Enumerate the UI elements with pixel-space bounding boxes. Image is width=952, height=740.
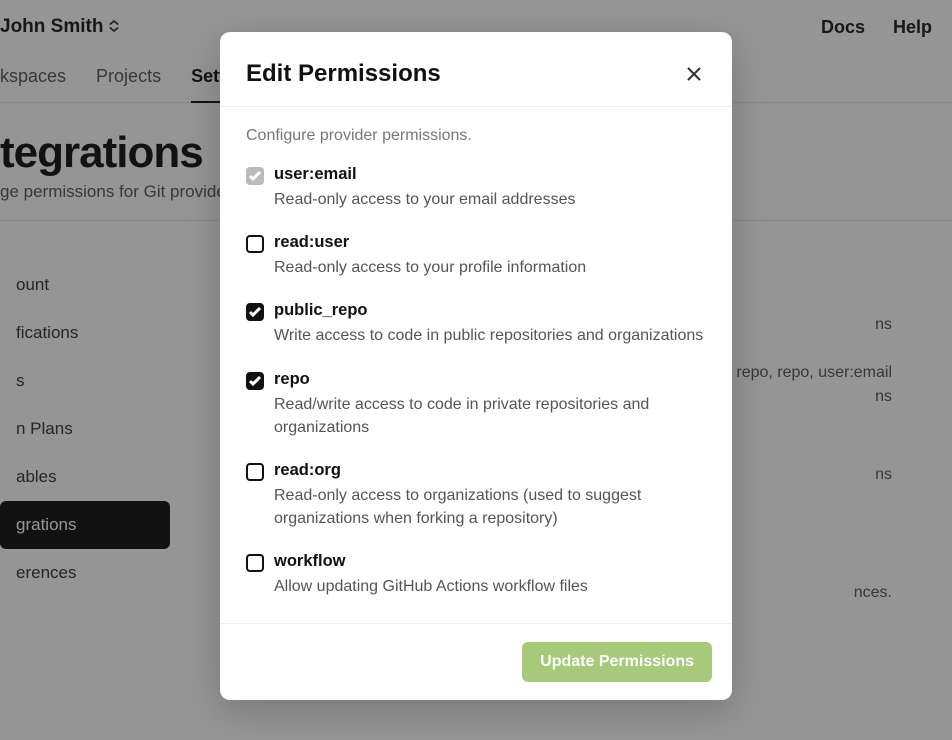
permission-name: read:user xyxy=(274,233,706,252)
permission-desc: Read-only access to your profile informa… xyxy=(274,256,706,279)
modal-description: Configure provider permissions. xyxy=(246,127,706,145)
edit-permissions-modal: Edit Permissions Configure provider perm… xyxy=(220,32,732,700)
permission-desc: Read/write access to code in private rep… xyxy=(274,393,706,439)
permission-desc: Read-only access to your email addresses xyxy=(274,188,706,211)
update-permissions-button[interactable]: Update Permissions xyxy=(522,642,712,682)
checkbox-repo[interactable] xyxy=(246,372,264,390)
permission-desc: Allow updating GitHub Actions workflow f… xyxy=(274,575,706,598)
close-button[interactable] xyxy=(682,62,706,86)
permission-name: repo xyxy=(274,370,706,389)
permission-name: read:org xyxy=(274,461,706,480)
permission-name: public_repo xyxy=(274,301,706,320)
checkbox-public-repo[interactable] xyxy=(246,303,264,321)
permission-row: workflow Allow updating GitHub Actions w… xyxy=(246,552,706,598)
permission-name: user:email xyxy=(274,165,706,184)
permission-row: repo Read/write access to code in privat… xyxy=(246,370,706,439)
permission-row: user:email Read-only access to your emai… xyxy=(246,165,706,211)
checkbox-read-user[interactable] xyxy=(246,235,264,253)
checkbox-user-email xyxy=(246,167,264,185)
close-icon xyxy=(685,65,703,83)
permission-row: read:user Read-only access to your profi… xyxy=(246,233,706,279)
permission-row: public_repo Write access to code in publ… xyxy=(246,301,706,347)
permission-row: read:org Read-only access to organizatio… xyxy=(246,461,706,530)
checkbox-read-org[interactable] xyxy=(246,463,264,481)
permission-name: workflow xyxy=(274,552,706,571)
modal-title: Edit Permissions xyxy=(246,60,441,88)
permission-desc: Read-only access to organizations (used … xyxy=(274,484,706,530)
checkbox-workflow[interactable] xyxy=(246,554,264,572)
permission-desc: Write access to code in public repositor… xyxy=(274,324,706,347)
